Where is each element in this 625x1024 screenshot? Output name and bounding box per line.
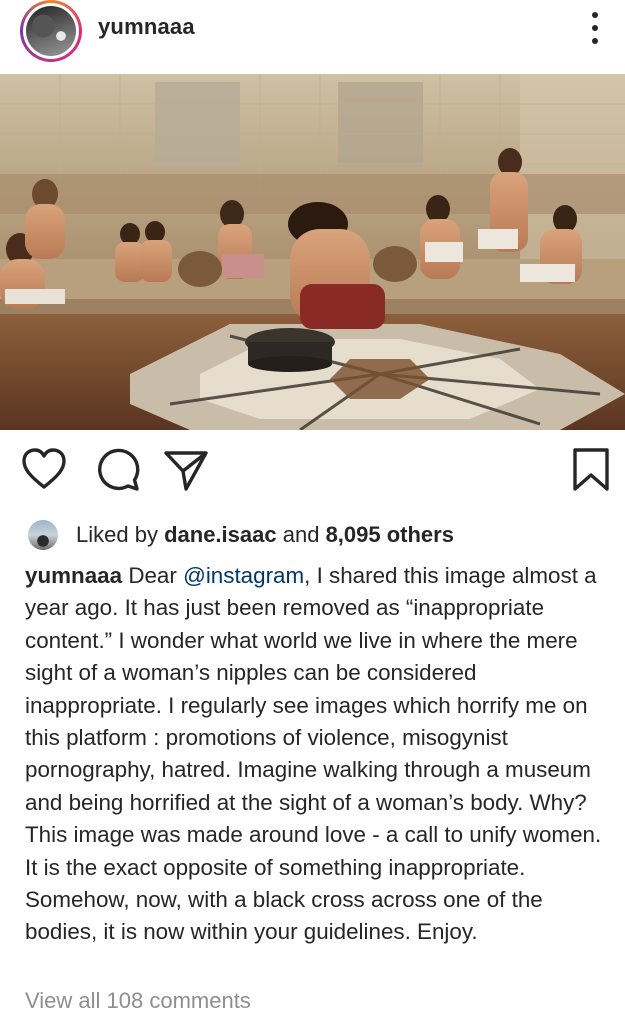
likes-summary[interactable]: Liked by dane.isaac and 8,095 others [28,518,454,552]
likes-count[interactable]: 8,095 others [326,522,454,548]
post-username[interactable]: yumnaaa [98,14,195,40]
liked-by-label: Liked by [76,522,158,547]
caption-username[interactable]: yumnaaa [25,563,122,588]
comment-icon[interactable] [94,445,142,493]
hammam-scene-image [0,74,625,430]
more-vertical-icon[interactable] [582,8,608,48]
bookmark-icon[interactable] [567,445,615,493]
action-bar [0,445,625,505]
more-dot [592,38,598,44]
more-dot [592,25,598,31]
avatar-image [26,6,76,56]
liker-avatar [28,520,58,550]
avatar-border [23,3,79,59]
liker-username[interactable]: dane.isaac [164,522,277,548]
caption-mention[interactable]: @instagram [183,563,304,588]
post-header: yumnaaa [0,0,625,74]
likes-and-label: and [282,522,320,547]
post-photo[interactable] [0,74,625,430]
view-all-comments-link[interactable]: View all 108 comments [25,988,251,1014]
profile-avatar[interactable] [20,0,82,62]
send-icon[interactable] [162,445,210,493]
caption-text-body: , I shared this image almost a year ago.… [25,563,602,945]
heart-icon[interactable] [20,445,68,493]
post-caption: yumnaaa Dear @instagram, I shared this i… [25,560,617,949]
more-dot [592,12,598,18]
caption-text-start: Dear [128,563,177,588]
